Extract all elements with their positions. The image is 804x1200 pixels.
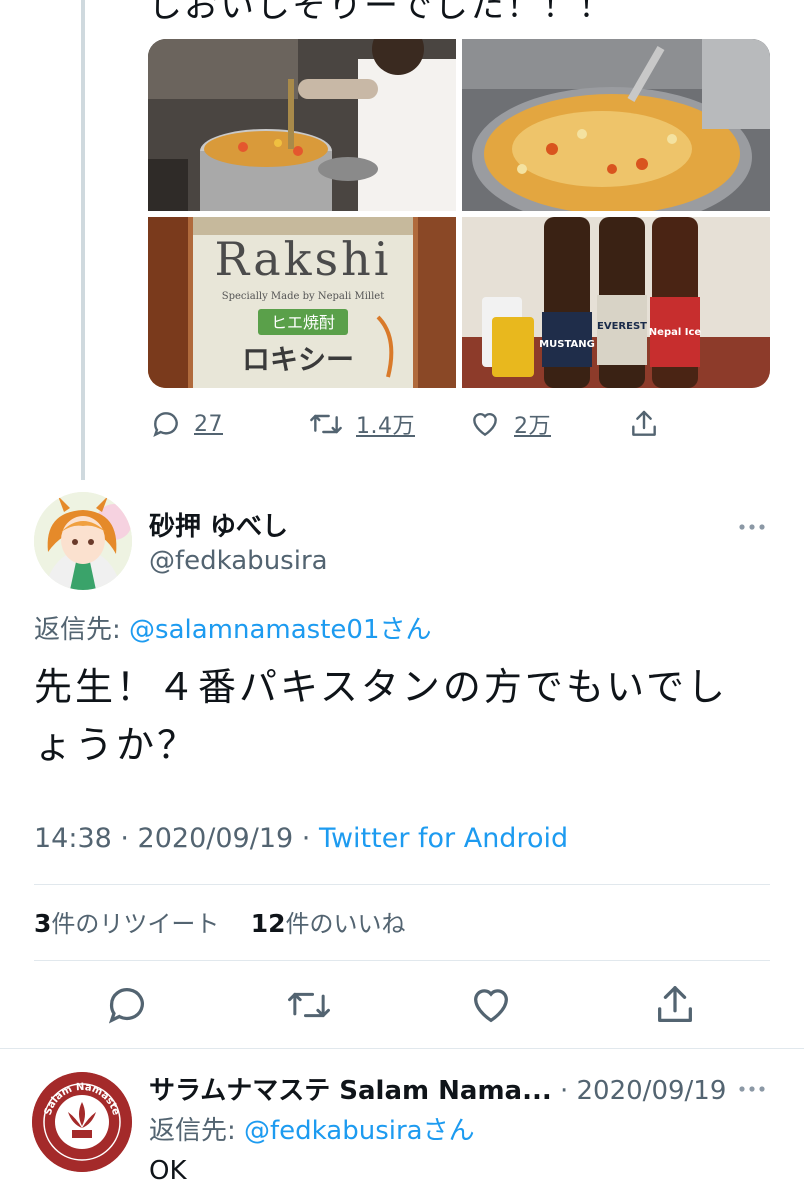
retweet-icon[interactable] [286,982,332,1028]
retweet-count: 1.4万 [356,414,415,439]
more-options-icon[interactable] [736,512,768,542]
avatar[interactable] [34,492,132,590]
reply-count: 27 [194,411,223,437]
reply-date[interactable]: · 2020/09/19 [552,1076,726,1106]
display-name[interactable]: 砂押 ゆべし [149,506,288,543]
like-count: 2万 [514,414,551,439]
beer-label-2: EVEREST [597,321,647,332]
reply-suffix: さん [379,615,432,645]
reply-icon[interactable] [104,982,150,1028]
thread-line [81,0,85,480]
retweet-action[interactable]: 1.4万 [308,404,415,444]
rakshi-sub: Specially Made by Nepali Millet [222,291,384,302]
photo-nepal-beers[interactable]: MUSTANG EVEREST Nepal Ice [462,217,770,388]
reply-to-line: 返信先: @fedkabusiraさん [149,1110,475,1147]
reply-to-line: 返信先: @salamnamaste01さん [34,609,432,646]
tweet-meta: 14:38 · 2020/09/19 · Twitter for Android [34,823,568,854]
heart-icon[interactable] [468,982,514,1028]
likes-stat-label: 件のいいね [285,910,406,938]
more-options-icon[interactable] [736,1074,768,1104]
reply-prefix: 返信先: [34,615,121,645]
likes-stat-count: 12 [250,909,286,938]
user-handle[interactable]: @fedkabusira [149,546,328,576]
reply-suffix: さん [422,1116,475,1146]
photo-cooking-pot[interactable] [148,39,456,211]
divider [0,1048,804,1049]
likes-stat[interactable]: 12件のいいね [250,909,406,938]
share-action[interactable] [628,404,660,444]
reply-prefix: 返信先: [149,1116,236,1146]
reply-avatar[interactable]: Salam Namaste [32,1072,132,1172]
reply-icon [153,412,178,438]
media-grid[interactable]: Rakshi Specially Made by Nepali Millet ヒ… [148,39,770,388]
rakshi-label: Rakshi [215,232,392,286]
rakshi-brand: ロキシー [242,343,354,376]
retweets-stat[interactable]: 3件のリツイート [34,909,220,938]
share-icon [632,410,656,436]
beer-label-3: Nepal Ice [649,327,702,338]
previous-tweet-text: しおいしそりーでした！！！ [148,0,614,26]
like-action[interactable]: 2万 [468,404,551,444]
share-icon[interactable] [652,982,698,1028]
reply-mention-link[interactable]: @salamnamaste01 [129,615,379,645]
beer-label-1: MUSTANG [539,339,595,350]
heart-icon [473,412,497,437]
reply-display-name[interactable]: サラムナマステ Salam Nama... [149,1076,552,1106]
rakshi-tag: ヒエ焼酎 [271,313,335,332]
reply-text: OK [149,1156,187,1186]
retweets-stat-count: 3 [34,909,52,938]
tweet-text: 先生！４番パキスタンの方でもいでしょうか？ [34,665,728,767]
photo-biryani-pan[interactable] [462,39,770,211]
photo-rakshi-bottle[interactable]: Rakshi Specially Made by Nepali Millet ヒ… [148,217,456,388]
tweet-source-link[interactable]: Twitter for Android [319,823,568,854]
engagement-stats: 3件のリツイート 12件のいいね [34,904,405,939]
reply-header: サラムナマステ Salam Nama... · 2020/09/19 [149,1070,726,1107]
divider [34,960,770,961]
divider [34,884,770,885]
retweet-icon [310,414,342,434]
retweets-stat-label: 件のリツイート [51,910,220,938]
reply-mention-link[interactable]: @fedkabusira [244,1116,423,1146]
reply-action[interactable]: 27 [150,404,223,444]
tweet-timestamp[interactable]: 14:38 · 2020/09/19 · [34,823,319,854]
